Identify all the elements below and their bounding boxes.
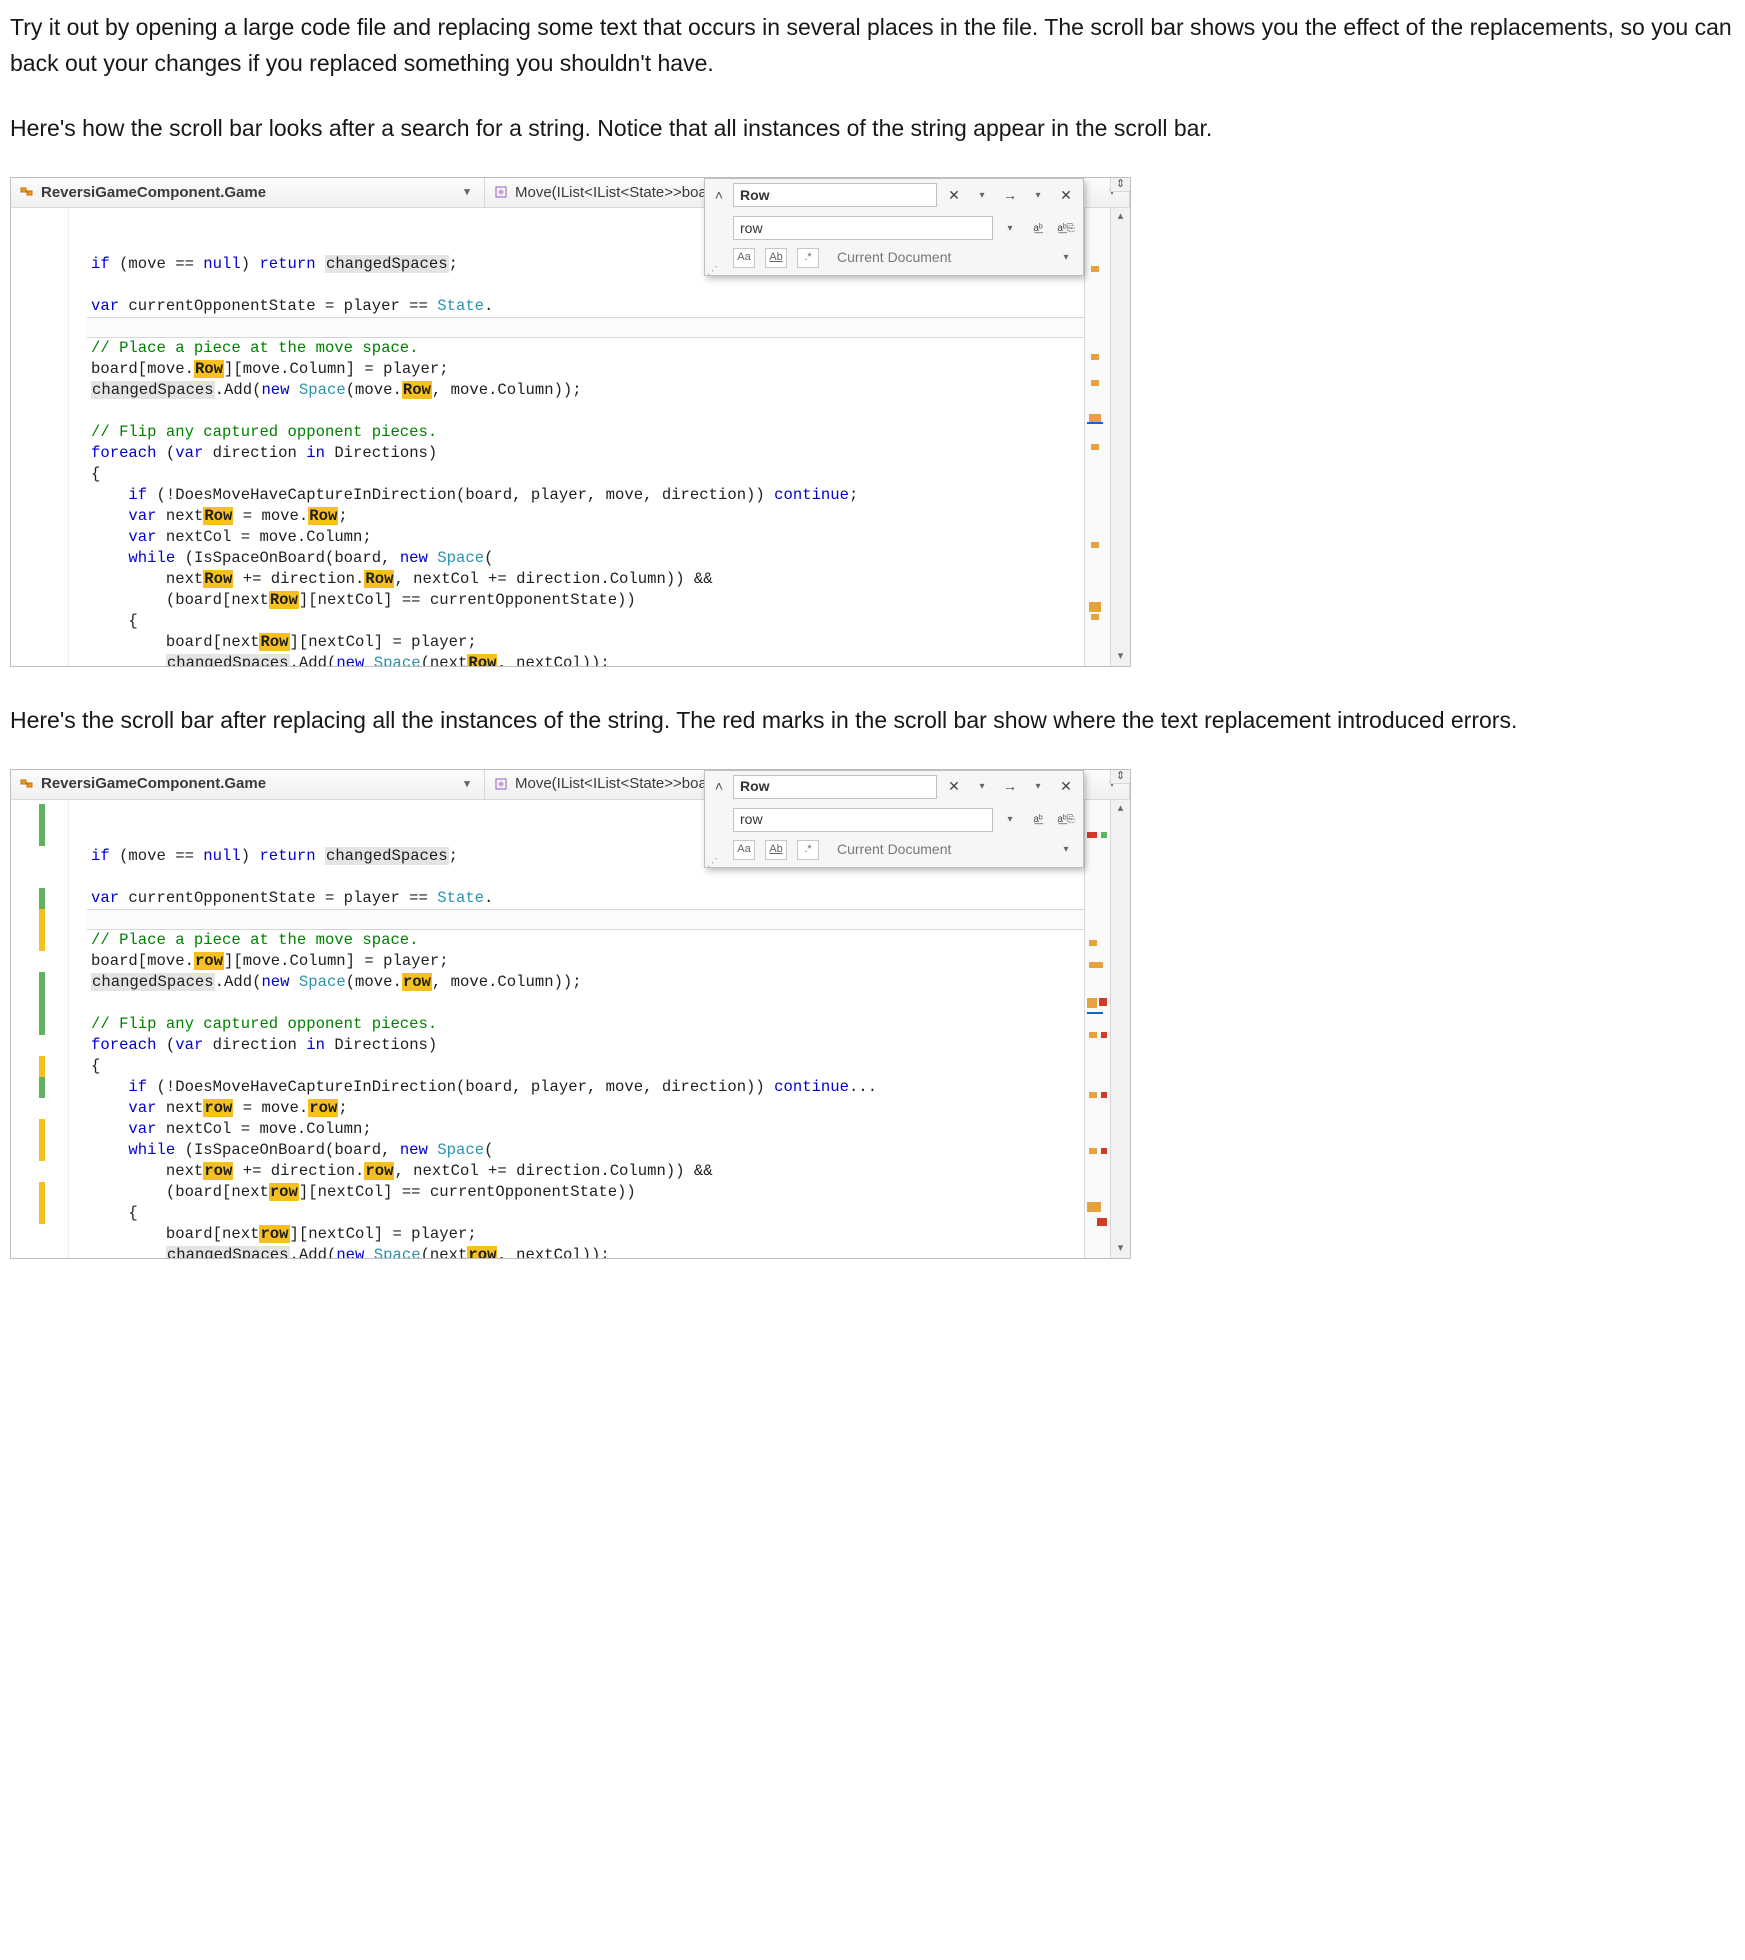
search-input[interactable]: Row bbox=[733, 775, 937, 799]
scroll-up-icon[interactable] bbox=[1111, 800, 1130, 818]
scope-dropdown[interactable] bbox=[1055, 247, 1077, 269]
close-icon[interactable]: ✕ bbox=[943, 776, 965, 798]
gutter bbox=[11, 208, 69, 666]
chevron-down-icon[interactable] bbox=[458, 184, 476, 201]
code-editor[interactable]: if (move == null) return changedSpaces; … bbox=[87, 800, 1084, 1258]
regex-toggle[interactable]: .* bbox=[797, 248, 819, 268]
whole-word-toggle[interactable]: Ab bbox=[765, 840, 787, 860]
gutter bbox=[11, 800, 69, 1258]
find-replace-panel: ˄ Row ✕ → ✕ row a͟ᵇ a͟ᵇ⎘ Aa Ab .* Curren… bbox=[704, 770, 1084, 868]
search-scope[interactable]: Current Document bbox=[829, 247, 1045, 269]
match-case-toggle[interactable]: Aa bbox=[733, 840, 755, 860]
method-icon bbox=[493, 184, 509, 200]
replace-history-dropdown[interactable] bbox=[999, 809, 1021, 831]
replace-all-icon[interactable]: a͟ᵇ⎘ bbox=[1055, 809, 1077, 831]
close-panel-icon[interactable]: ✕ bbox=[1055, 776, 1077, 798]
scope-dropdown[interactable] bbox=[1055, 839, 1077, 861]
collapse-icon[interactable]: ˄ bbox=[711, 776, 727, 798]
scroll-map[interactable] bbox=[1084, 208, 1110, 666]
scroll-down-icon[interactable] bbox=[1111, 1240, 1130, 1258]
replace-input[interactable]: row bbox=[733, 808, 993, 832]
doc-paragraph-2: Here's how the scroll bar looks after a … bbox=[10, 111, 1735, 147]
scroll-down-icon[interactable] bbox=[1111, 648, 1130, 666]
class-icon bbox=[19, 776, 35, 792]
find-mode-dropdown[interactable] bbox=[1027, 776, 1049, 798]
editor-screenshot-before: ReversiGameComponent.Game Move(IList<ILi… bbox=[10, 177, 1131, 667]
regex-toggle[interactable]: .* bbox=[797, 840, 819, 860]
replace-history-dropdown[interactable] bbox=[999, 217, 1021, 239]
editor-screenshot-after: ReversiGameComponent.Game Move(IList<ILi… bbox=[10, 769, 1131, 1259]
search-history-dropdown[interactable] bbox=[971, 184, 993, 206]
collapse-icon[interactable]: ˄ bbox=[711, 185, 727, 207]
split-handle-icon[interactable] bbox=[1110, 178, 1130, 192]
search-scope[interactable]: Current Document bbox=[829, 839, 1045, 861]
find-replace-panel: ˄ Row ✕ → ✕ row a͟ᵇ a͟ᵇ⎘ Aa Ab .* Curren… bbox=[704, 178, 1084, 276]
close-icon[interactable]: ✕ bbox=[943, 184, 965, 206]
split-handle-icon[interactable] bbox=[1110, 770, 1130, 784]
scroll-map[interactable] bbox=[1084, 800, 1110, 1258]
find-next-icon[interactable]: → bbox=[999, 184, 1021, 206]
class-name: ReversiGameComponent.Game bbox=[41, 772, 266, 795]
outlining-margin[interactable] bbox=[69, 800, 87, 1258]
method-icon bbox=[493, 776, 509, 792]
vertical-scrollbar[interactable] bbox=[1110, 800, 1130, 1258]
replace-next-icon[interactable]: a͟ᵇ bbox=[1027, 217, 1049, 239]
class-icon bbox=[19, 184, 35, 200]
resize-grip-icon[interactable] bbox=[707, 855, 717, 865]
doc-paragraph-1: Try it out by opening a large code file … bbox=[10, 10, 1735, 81]
scroll-up-icon[interactable] bbox=[1111, 208, 1130, 226]
chevron-down-icon[interactable] bbox=[458, 776, 476, 793]
find-next-icon[interactable]: → bbox=[999, 776, 1021, 798]
class-name: ReversiGameComponent.Game bbox=[41, 181, 266, 204]
whole-word-toggle[interactable]: Ab bbox=[765, 248, 787, 268]
replace-all-icon[interactable]: a͟ᵇ⎘ bbox=[1055, 217, 1077, 239]
class-navigator[interactable]: ReversiGameComponent.Game bbox=[11, 178, 485, 207]
close-panel-icon[interactable]: ✕ bbox=[1055, 184, 1077, 206]
replace-next-icon[interactable]: a͟ᵇ bbox=[1027, 809, 1049, 831]
search-history-dropdown[interactable] bbox=[971, 776, 993, 798]
code-editor[interactable]: if (move == null) return changedSpaces; … bbox=[87, 208, 1084, 666]
vertical-scrollbar[interactable] bbox=[1110, 208, 1130, 666]
outlining-margin[interactable] bbox=[69, 208, 87, 666]
doc-paragraph-3: Here's the scroll bar after replacing al… bbox=[10, 703, 1735, 739]
match-case-toggle[interactable]: Aa bbox=[733, 248, 755, 268]
search-input[interactable]: Row bbox=[733, 183, 937, 207]
resize-grip-icon[interactable] bbox=[707, 263, 717, 273]
replace-input[interactable]: row bbox=[733, 216, 993, 240]
class-navigator[interactable]: ReversiGameComponent.Game bbox=[11, 770, 485, 799]
find-mode-dropdown[interactable] bbox=[1027, 184, 1049, 206]
